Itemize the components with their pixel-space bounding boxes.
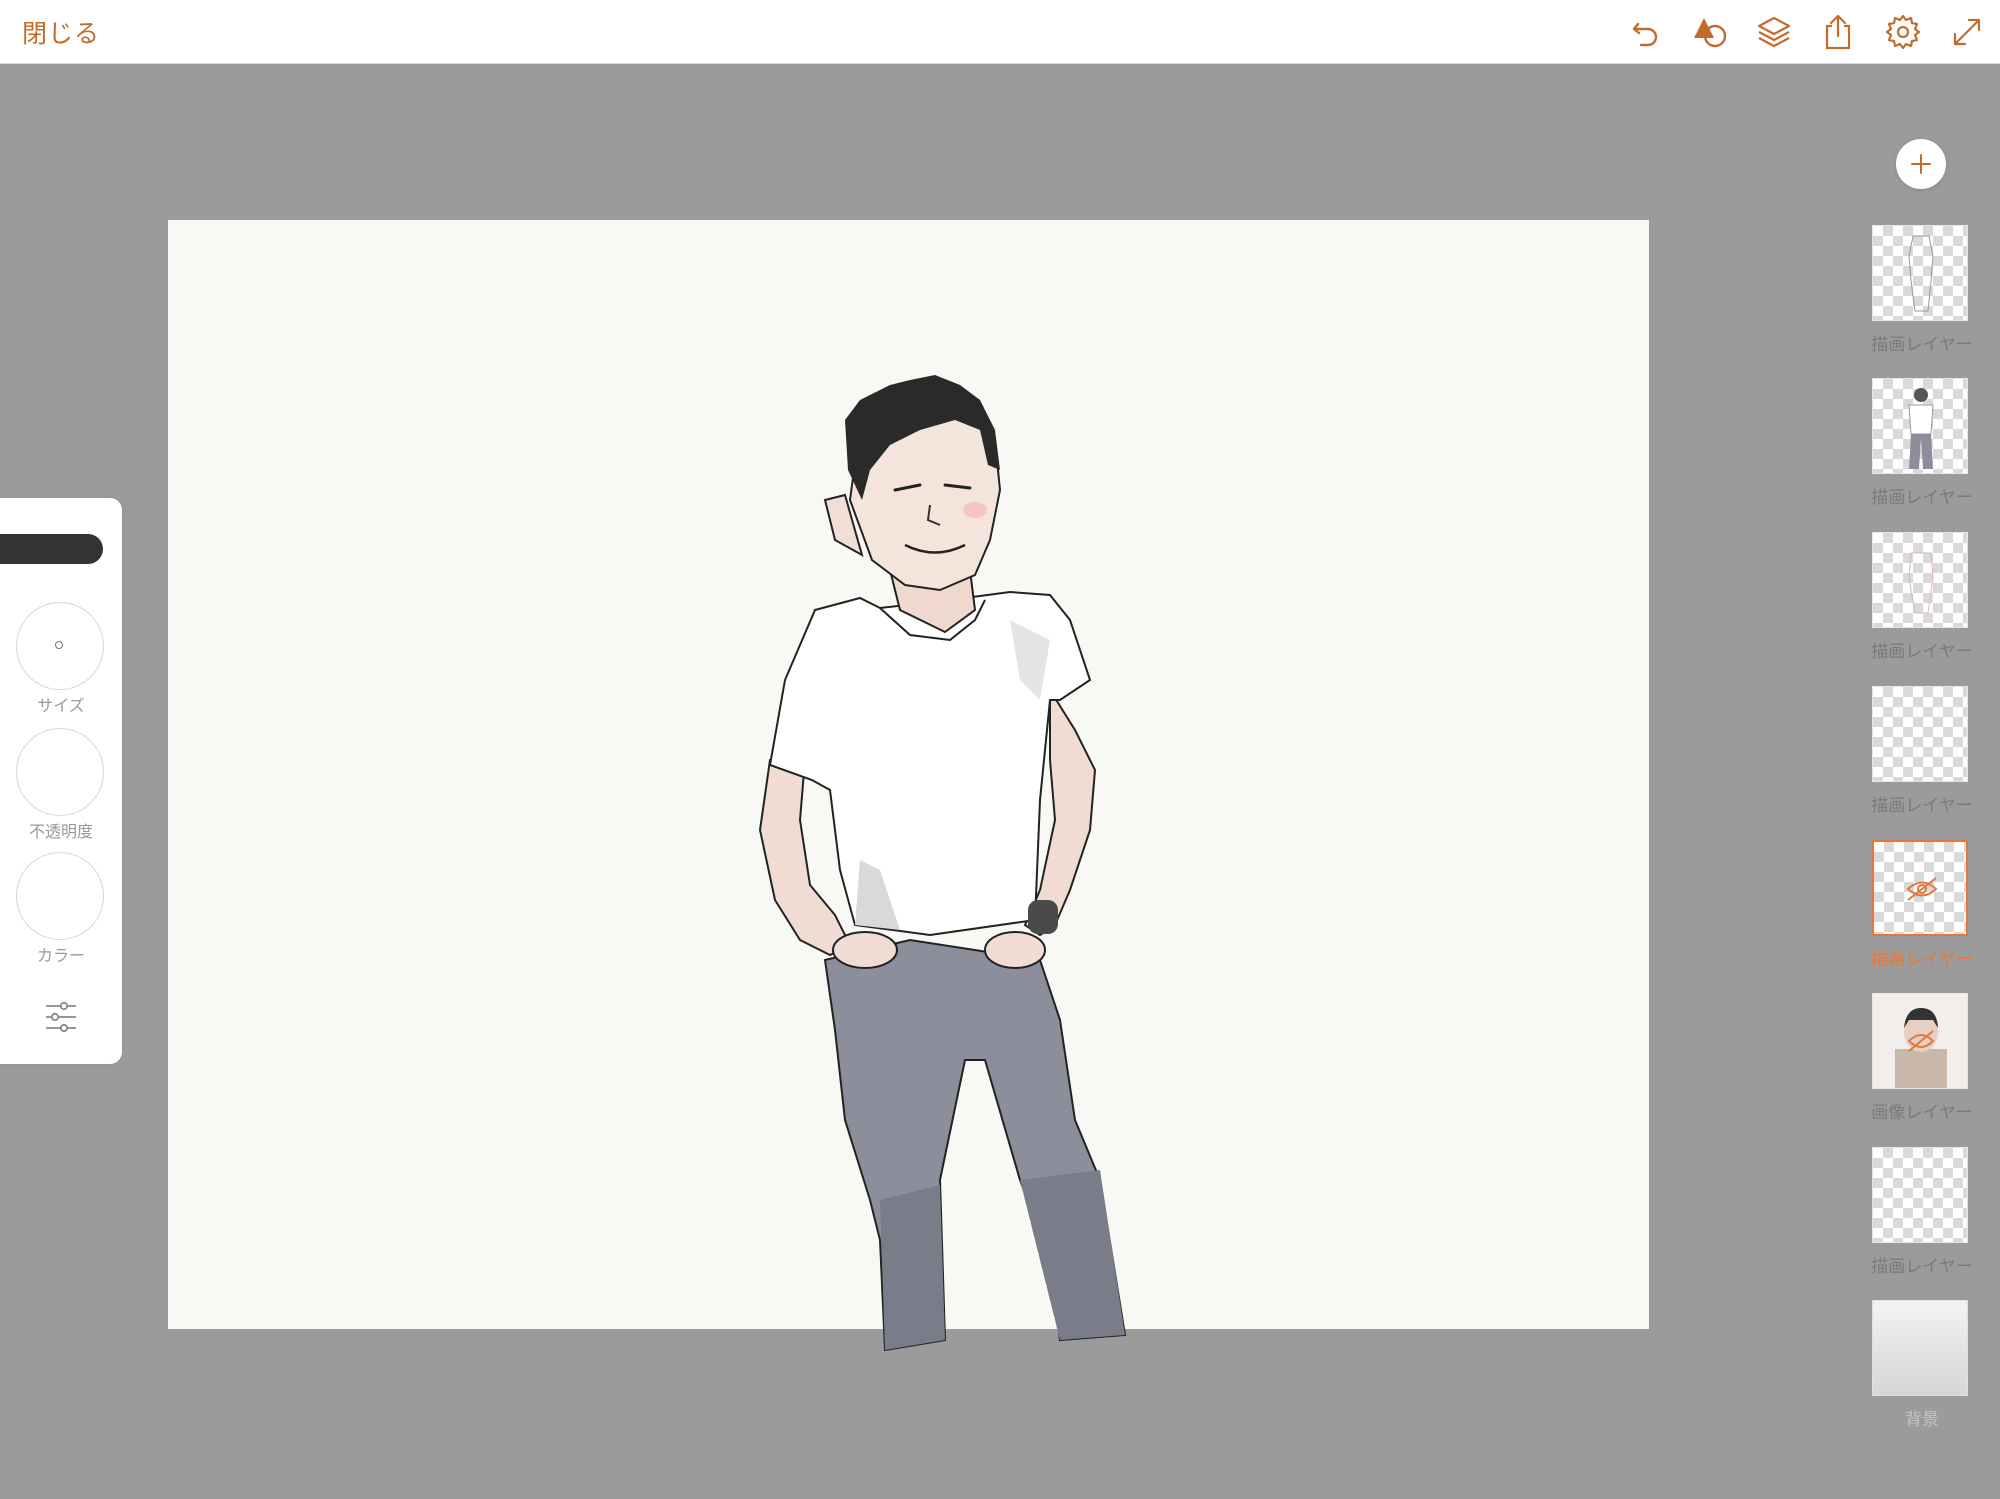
layer-thumbnail[interactable] bbox=[1872, 378, 1968, 474]
opacity-dial[interactable] bbox=[16, 728, 104, 816]
size-label: サイズ bbox=[37, 696, 85, 715]
color-label: カラー bbox=[36, 946, 85, 965]
color-dial[interactable] bbox=[16, 852, 104, 940]
layer-label: 描画レイヤー bbox=[1871, 488, 1973, 508]
fullscreen-icon[interactable] bbox=[1947, 12, 1987, 52]
brush-selector[interactable] bbox=[0, 534, 103, 564]
layer-label: 描画レイヤー bbox=[1871, 335, 1973, 355]
add-layer-button[interactable] bbox=[1896, 139, 1946, 189]
opacity-label: 不透明度 bbox=[28, 822, 93, 841]
undo-icon[interactable] bbox=[1626, 12, 1666, 52]
size-dial[interactable] bbox=[16, 602, 104, 690]
layer-label: 描画レイヤー bbox=[1871, 950, 1973, 970]
layer-thumbnail[interactable] bbox=[1872, 1300, 1968, 1396]
layer-thumbnail[interactable] bbox=[1872, 686, 1968, 782]
layers-icon[interactable] bbox=[1754, 12, 1794, 52]
close-button[interactable]: 閉じる bbox=[22, 14, 100, 50]
layer-thumbnail[interactable] bbox=[1872, 1147, 1968, 1243]
shapes-icon[interactable] bbox=[1690, 12, 1730, 52]
size-indicator bbox=[55, 641, 63, 649]
brush-tool-panel: サイズ 不透明度 カラー bbox=[0, 498, 122, 1064]
brush-settings-icon[interactable] bbox=[42, 998, 80, 1036]
layer-label: 描画レイヤー bbox=[1871, 642, 1973, 662]
layer-thumbnail[interactable] bbox=[1872, 225, 1968, 321]
layer-thumbnail[interactable] bbox=[1872, 532, 1968, 628]
layer-thumbnail[interactable] bbox=[1872, 993, 1968, 1089]
layer-label: 画像レイヤー bbox=[1871, 1103, 1973, 1123]
top-toolbar: 閉じる bbox=[0, 0, 2000, 64]
settings-gear-icon[interactable] bbox=[1883, 12, 1923, 52]
layer-label: 描画レイヤー bbox=[1871, 1257, 1973, 1277]
drawing-canvas[interactable] bbox=[168, 220, 1649, 1329]
layer-label: 背景 bbox=[1905, 1410, 1939, 1430]
share-icon[interactable] bbox=[1818, 12, 1858, 52]
layer-thumbnail[interactable] bbox=[1872, 840, 1968, 936]
layer-label: 描画レイヤー bbox=[1871, 796, 1973, 816]
